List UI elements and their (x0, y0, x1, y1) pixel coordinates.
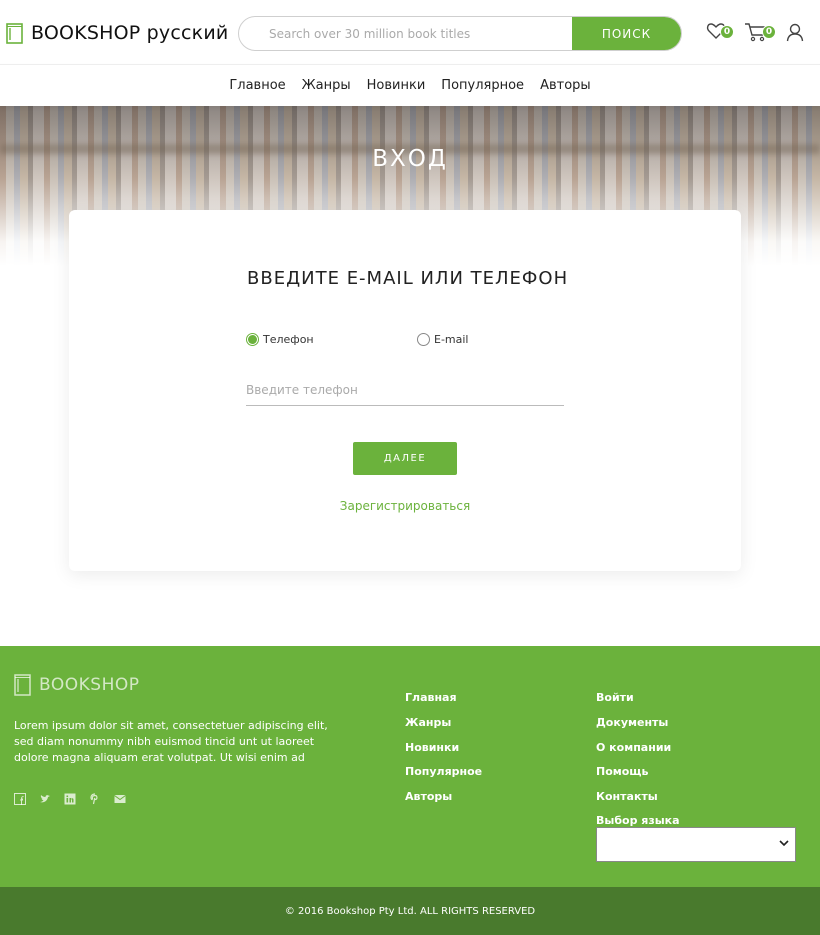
copyright-bar: © 2016 Bookshop Pty Ltd. ALL RIGHTS RESE… (0, 887, 820, 935)
user-icon (786, 23, 804, 42)
footer-link-login[interactable]: Войти (596, 691, 671, 716)
footer-link-help[interactable]: Помощь (596, 765, 671, 790)
mail-icon[interactable] (114, 790, 126, 803)
footer-description: Lorem ipsum dolor sit amet, consectetuer… (14, 719, 328, 764)
site-footer: BOOKSHOP Lorem ipsum dolor sit amet, con… (0, 646, 820, 887)
site-header: BOOKSHOP русский ПОИСК 0 0 (0, 0, 820, 64)
pinterest-icon[interactable] (89, 790, 101, 805)
language-label: Выбор языка (596, 814, 680, 827)
next-button[interactable]: ДАЛЕЕ (353, 442, 457, 475)
logo-text: BOOKSHOP русский (31, 22, 229, 44)
linkedin-icon[interactable] (64, 790, 76, 805)
register-link[interactable]: Зарегистрироваться (69, 499, 741, 513)
search-input[interactable] (239, 17, 572, 50)
login-title: ВВЕДИТЕ E-MAIL ИЛИ ТЕЛЕФОН (247, 268, 569, 289)
radio-email-indicator[interactable] (417, 333, 430, 346)
nav-item-authors[interactable]: Авторы (540, 78, 591, 93)
search-bar: ПОИСК (238, 16, 682, 51)
social-links (14, 790, 126, 805)
copyright-text: © 2016 Bookshop Pty Ltd. ALL RIGHTS RESE… (284, 905, 536, 917)
search-button[interactable]: ПОИСК (572, 17, 681, 50)
footer-link-popular[interactable]: Популярное (405, 765, 482, 790)
favorites-button[interactable]: 0 (706, 22, 734, 44)
cart-button[interactable]: 0 (744, 22, 776, 46)
footer-link-contacts[interactable]: Контакты (596, 790, 671, 815)
footer-link-authors[interactable]: Авторы (405, 790, 482, 815)
nav-item-main[interactable]: Главное (229, 78, 285, 93)
nav-item-popular[interactable]: Популярное (441, 78, 524, 93)
twitter-icon[interactable] (39, 790, 51, 803)
footer-link-documents[interactable]: Документы (596, 716, 671, 741)
main-nav: Главное Жанры Новинки Популярное Авторы (0, 64, 820, 106)
radio-phone-indicator[interactable] (246, 333, 259, 346)
radio-phone-label: Телефон (263, 333, 314, 346)
radio-email[interactable]: E-mail (417, 333, 469, 346)
nav-item-new[interactable]: Новинки (367, 78, 426, 93)
cart-count-badge: 0 (762, 25, 776, 39)
radio-phone[interactable]: Телефон (246, 333, 314, 346)
footer-link-main[interactable]: Главная (405, 691, 482, 716)
footer-links-main: Главная Жанры Новинки Популярное Авторы (405, 691, 482, 815)
footer-link-about[interactable]: О компании (596, 741, 671, 766)
nav-item-genres[interactable]: Жанры (302, 78, 351, 93)
footer-link-genres[interactable]: Жанры (405, 716, 482, 741)
logo[interactable]: BOOKSHOP русский (6, 22, 228, 44)
page-title: ВХОД (372, 146, 448, 172)
radio-email-label: E-mail (434, 333, 469, 346)
phone-input[interactable] (246, 374, 564, 406)
favorites-count-badge: 0 (720, 25, 734, 39)
book-icon (6, 22, 23, 44)
footer-logo-text: BOOKSHOP (39, 675, 140, 695)
facebook-icon[interactable] (14, 790, 26, 805)
login-card: ВВЕДИТЕ E-MAIL ИЛИ ТЕЛЕФОН Телефон E-mai… (69, 210, 741, 571)
book-icon (14, 674, 31, 696)
footer-logo[interactable]: BOOKSHOP (14, 674, 139, 696)
footer-links-info: Войти Документы О компании Помощь Контак… (596, 691, 671, 815)
account-button[interactable] (786, 23, 804, 46)
language-select[interactable] (596, 827, 796, 862)
footer-link-new[interactable]: Новинки (405, 741, 482, 766)
chevron-down-icon (779, 840, 789, 847)
